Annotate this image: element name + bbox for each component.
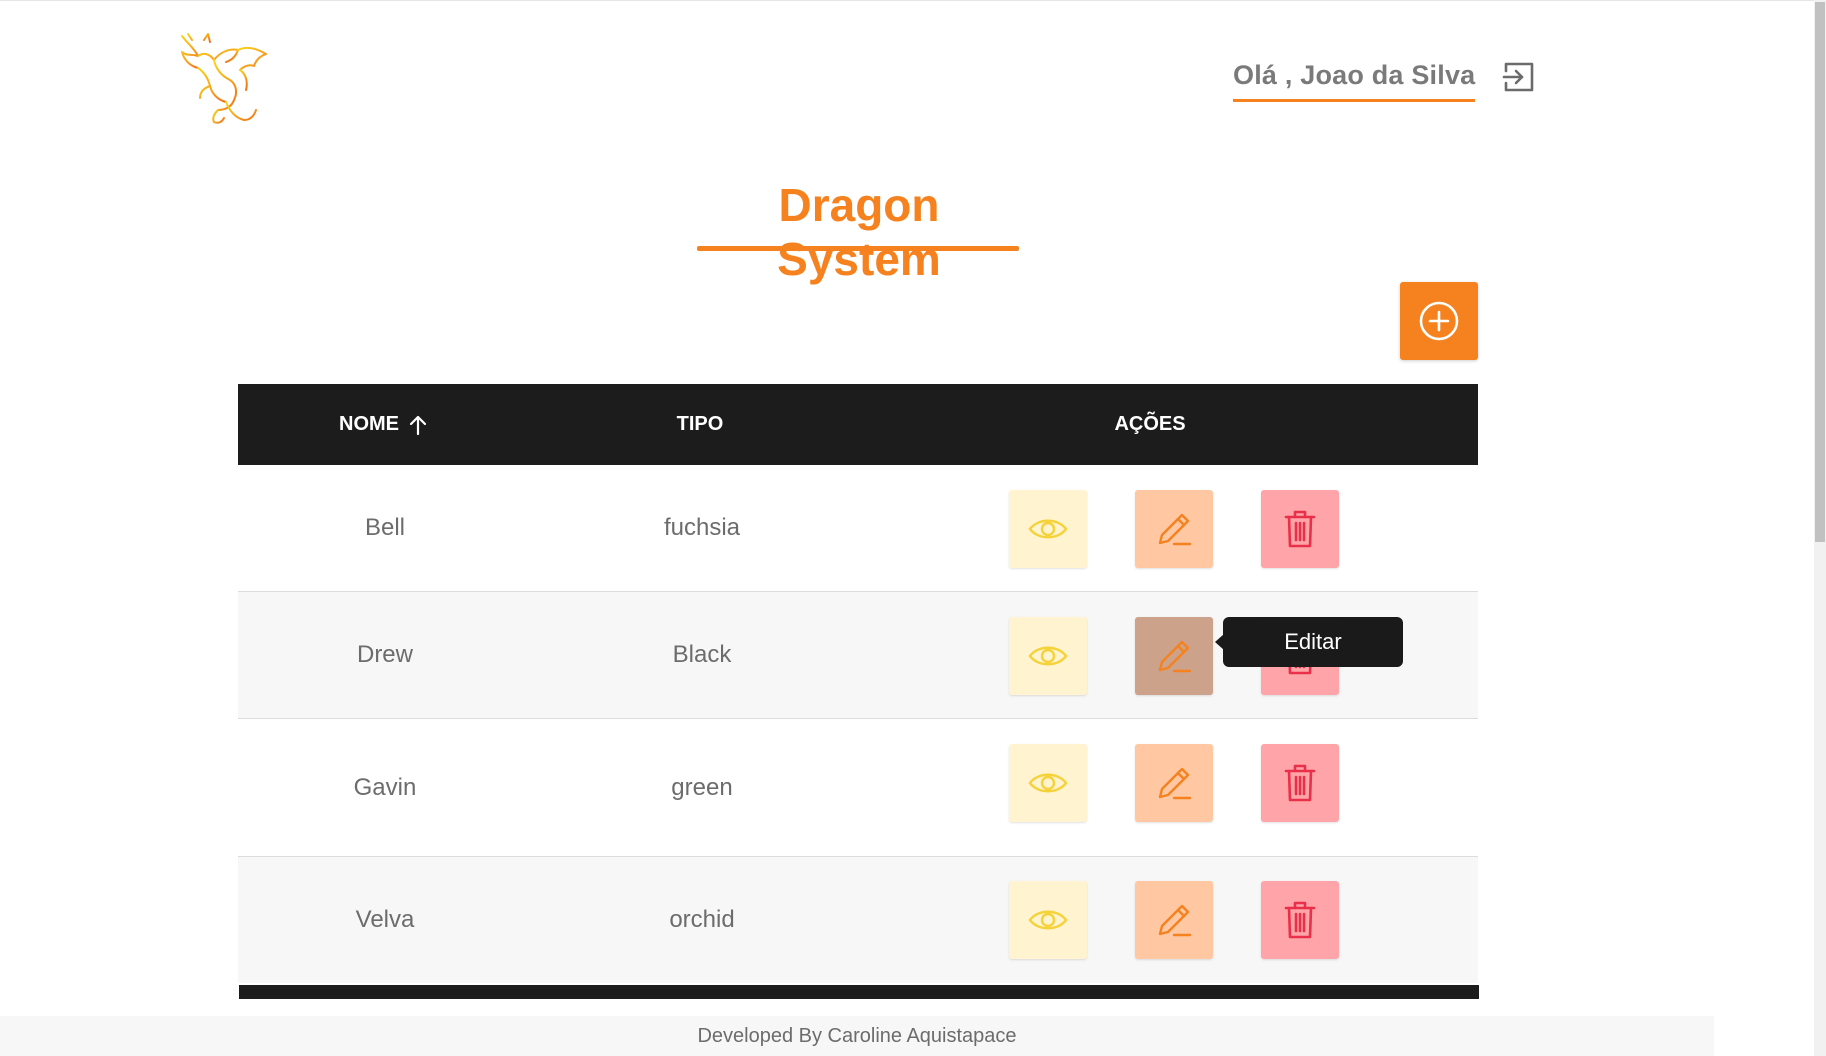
- eye-icon: [1028, 519, 1068, 539]
- column-header-nome[interactable]: NOME: [238, 384, 530, 465]
- edit-tooltip: Editar: [1223, 617, 1403, 667]
- column-header-tipo-label: TIPO: [676, 413, 724, 435]
- delete-button[interactable]: [1261, 744, 1339, 822]
- logout-icon: [1502, 62, 1534, 92]
- cell-tipo: green: [671, 773, 733, 801]
- table-row: Bell fuchsia: [238, 465, 1478, 592]
- pencil-icon: [1158, 904, 1192, 937]
- cell-nome: Gavin: [353, 773, 417, 801]
- top-border: [0, 0, 1826, 1]
- dragon-logo-icon[interactable]: [174, 30, 272, 126]
- arrow-up-icon: [407, 414, 429, 436]
- title-underline: [697, 246, 1019, 251]
- cell-nome: Velva: [355, 906, 415, 933]
- column-header-tipo[interactable]: TIPO: [530, 384, 870, 465]
- table-row: Velva orchid: [238, 857, 1478, 983]
- edit-button[interactable]: [1135, 744, 1213, 822]
- cell-nome: Drew: [356, 641, 413, 668]
- table-header: NOME TIPO AÇÕES: [238, 384, 1478, 465]
- user-greeting[interactable]: Olá , Joao da Silva: [1233, 60, 1476, 102]
- add-dragon-button[interactable]: [1400, 282, 1478, 360]
- view-button[interactable]: [1009, 490, 1087, 568]
- cell-tipo: fuchsia: [663, 514, 741, 541]
- page-title: Dragon System: [777, 179, 941, 285]
- vertical-scrollbar[interactable]: [1814, 0, 1826, 1056]
- eye-icon: [1028, 773, 1068, 793]
- table-row: Gavin green: [238, 719, 1478, 857]
- view-button[interactable]: [1009, 881, 1087, 959]
- greeting-text: Olá , Joao da Silva: [1233, 60, 1476, 90]
- footer-text: Developed By Caroline Aquistapace: [697, 1024, 1017, 1047]
- cell-tipo: orchid: [669, 906, 735, 933]
- dragons-table: NOME TIPO AÇÕES Bell fuchsia Drew Black …: [238, 384, 1478, 983]
- column-header-nome-label: NOME: [339, 413, 399, 435]
- column-header-acoes: AÇÕES: [870, 384, 1430, 465]
- greeting-underline: [1233, 99, 1476, 102]
- scrollbar-thumb[interactable]: [1815, 2, 1825, 542]
- eye-icon: [1028, 646, 1068, 666]
- pencil-icon: [1158, 767, 1192, 800]
- eye-icon: [1028, 910, 1068, 930]
- pencil-icon: [1158, 640, 1192, 673]
- edit-button[interactable]: [1135, 617, 1213, 695]
- trash-icon: [1284, 510, 1316, 548]
- logout-button[interactable]: [1502, 61, 1536, 93]
- view-button[interactable]: [1009, 744, 1087, 822]
- view-button[interactable]: [1009, 617, 1087, 695]
- page-footer: Developed By Caroline Aquistapace: [0, 1016, 1714, 1056]
- trash-icon: [1284, 901, 1316, 939]
- table-footer-bar: [239, 985, 1479, 999]
- edit-button[interactable]: [1135, 881, 1213, 959]
- edit-button[interactable]: [1135, 490, 1213, 568]
- cell-tipo: Black: [672, 641, 732, 668]
- cell-nome: Bell: [364, 514, 406, 541]
- delete-button[interactable]: [1261, 881, 1339, 959]
- plus-circle-icon: [1419, 301, 1459, 341]
- delete-button[interactable]: [1261, 490, 1339, 568]
- pencil-icon: [1158, 513, 1192, 546]
- trash-icon: [1284, 764, 1316, 802]
- column-header-acoes-label: AÇÕES: [1114, 413, 1186, 435]
